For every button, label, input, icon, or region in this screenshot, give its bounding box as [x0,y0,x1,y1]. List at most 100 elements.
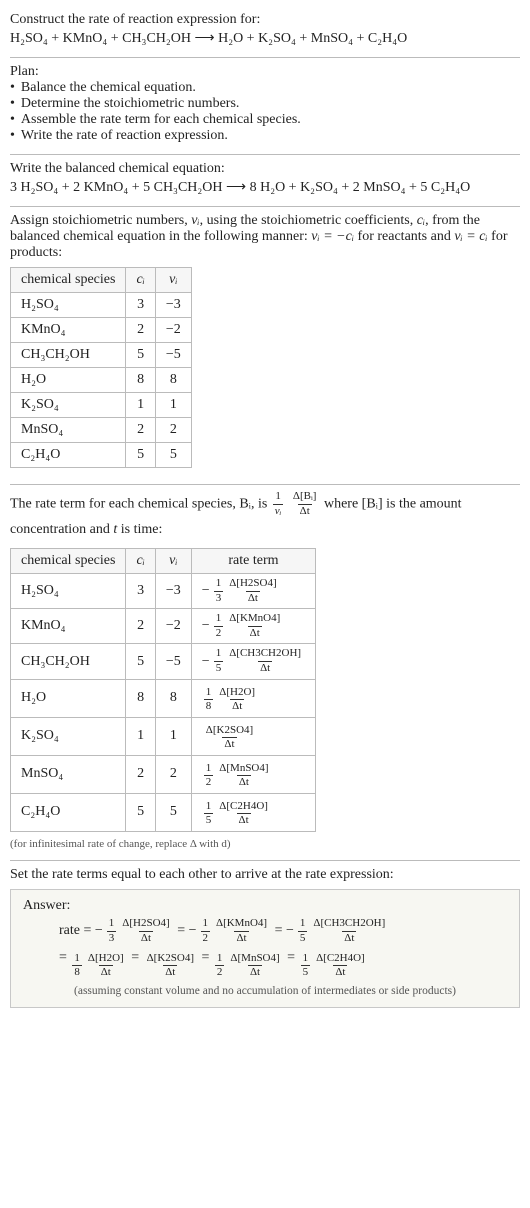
final-section: Set the rate terms equal to each other t… [10,861,520,1016]
balanced-arrow: ⟶ [226,180,246,195]
c-cell: 2 [126,318,155,343]
nu-cell: 1 [155,393,191,418]
text: Assign stoichiometric numbers, [10,213,191,228]
species-cell: H₂O [11,679,126,717]
equals: = [128,950,143,965]
frac-num: Δ[Bᵢ] [291,491,319,504]
nu-cell: 5 [155,793,191,831]
frac-num: 1 [214,613,224,626]
species-cell: K₂SO₄ [11,717,126,755]
bullet-icon [10,96,15,112]
coef-fraction: 18 [72,953,82,979]
nu-cell: 2 [155,418,191,443]
prompt-equation: H₂SO₄ + KMnO₄ + CH₃CH₂OH ⟶ H₂O + K₂SO₄ +… [10,30,520,47]
rate-term: 12Δ[MnSO4]Δt [213,953,284,979]
nu-i: νᵢ [191,213,199,228]
frac-den: Δt [298,504,312,518]
frac-num: 1 [201,918,211,931]
c-cell: 8 [126,368,155,393]
table-row: CH₃CH₂OH5−5 [11,343,192,368]
delta-fraction: Δ[H2O]Δt [217,687,257,713]
equals: = [198,950,213,965]
balanced-right: 8 H₂O + K₂SO₄ + 2 MnSO₄ + 5 C₂H₄O [250,180,471,195]
nu-cell: −2 [155,318,191,343]
balanced-left: 3 H₂SO₄ + 2 KMnO₄ + 5 CH₃CH₂OH [10,180,223,195]
frac-num: 1 [273,491,283,504]
rate-term-cell: −13Δ[H2SO4]Δt [191,574,315,609]
bullet-icon [10,128,15,144]
frac-num: 1 [204,687,214,700]
plan-label: Plan: [10,64,520,80]
rate-term: 12Δ[MnSO4]Δt [202,763,273,789]
rate-term: 15Δ[C2H4O]Δt [299,953,369,979]
table-row: H₂O88 [11,368,192,393]
species-cell: MnSO₄ [11,418,126,443]
frac-den: Δt [230,699,244,713]
c-cell: 1 [126,717,155,755]
coef-fraction: 15 [214,648,224,674]
frac-den: Δt [333,965,347,979]
rate-term-cell: 18Δ[H2O]Δt [191,679,315,717]
species-cell: KMnO₄ [11,318,126,343]
delta-fraction: Δ[C2H4O]Δt [217,801,270,827]
bullet-icon [10,112,15,128]
plan-section: Plan: Balance the chemical equation.Dete… [10,58,520,152]
nu-cell: −5 [155,343,191,368]
rate-term-cell: −12Δ[KMnO4]Δt [191,609,315,644]
coef-fraction: 12 [215,953,225,979]
frac-den: Δt [258,661,272,675]
page: Construct the rate of reaction expressio… [0,0,530,1026]
nu-cell: −3 [155,293,191,318]
frac-num: Δ[H2SO4] [227,578,278,591]
text: , using the stoichiometric coefficients, [200,213,417,228]
delta-fraction: Δ[H2SO4]Δt [227,578,278,604]
table-row: K₂SO₄11 [11,393,192,418]
frac-den: 3 [214,591,224,605]
frac-num: Δ[CH3CH2OH] [227,648,303,661]
nu-cell: −2 [155,609,191,644]
rate-term: 15Δ[C2H4O]Δt [202,801,272,827]
eq-arrow: ⟶ [195,31,215,46]
species-cell: MnSO₄ [11,755,126,793]
frac-den: 2 [214,626,224,640]
answer-note: (assuming constant volume and no accumul… [23,985,507,997]
frac-delta-b: Δ[Bᵢ] Δt [291,491,319,517]
c-cell: 1 [126,393,155,418]
rate-term-cell: −15Δ[CH3CH2OH]Δt [191,644,315,679]
frac-den: Δt [248,965,262,979]
frac-num: Δ[H2O] [86,953,126,966]
species-cell: C₂H₄O [11,443,126,468]
species-cell: H₂SO₄ [11,293,126,318]
plan-item: Balance the chemical equation. [10,80,520,96]
frac-den: Δt [99,965,113,979]
rate-term: −13Δ[H2SO4]Δt [202,578,281,604]
rate-label: rate = [59,923,95,938]
table-row: KMnO₄2−2−12Δ[KMnO4]Δt [11,609,316,644]
table-header: rate term [191,549,315,574]
frac-num: Δ[KMnO4] [227,613,282,626]
frac-num: 1 [204,763,214,776]
answer-box: Answer: rate = −13Δ[H2SO4]Δt = −12Δ[KMnO… [10,889,520,1008]
frac-num: 1 [301,953,311,966]
plan-item-text: Write the rate of reaction expression. [21,128,228,144]
frac-num: Δ[KMnO4] [214,918,269,931]
plan-item-text: Balance the chemical equation. [21,80,196,96]
frac-num: Δ[H2SO4] [120,918,171,931]
rate-term: 18Δ[H2O]Δt [202,687,259,713]
answer-equation: rate = −13Δ[H2SO4]Δt = −12Δ[KMnO4]Δt = −… [23,918,507,979]
species-cell: CH₃CH₂OH [11,343,126,368]
rate-term-cell: 12Δ[MnSO4]Δt [191,755,315,793]
balanced-section: Write the balanced chemical equation: 3 … [10,155,520,204]
nu-cell: −3 [155,574,191,609]
c-cell: 5 [126,443,155,468]
nu-cell: 5 [155,443,191,468]
table-row: MnSO₄2212Δ[MnSO4]Δt [11,755,316,793]
rate-footnote: (for infinitesimal rate of change, repla… [10,838,520,850]
frac-den: 2 [204,775,214,789]
rate-term-cell: 15Δ[C2H4O]Δt [191,793,315,831]
frac-den: Δt [342,931,356,945]
delta-fraction: Δ[CH3CH2OH]Δt [227,648,303,674]
bullet-icon [10,80,15,96]
table-row: CH₃CH₂OH5−5−15Δ[CH3CH2OH]Δt [11,644,316,679]
frac-num: 1 [298,918,308,931]
